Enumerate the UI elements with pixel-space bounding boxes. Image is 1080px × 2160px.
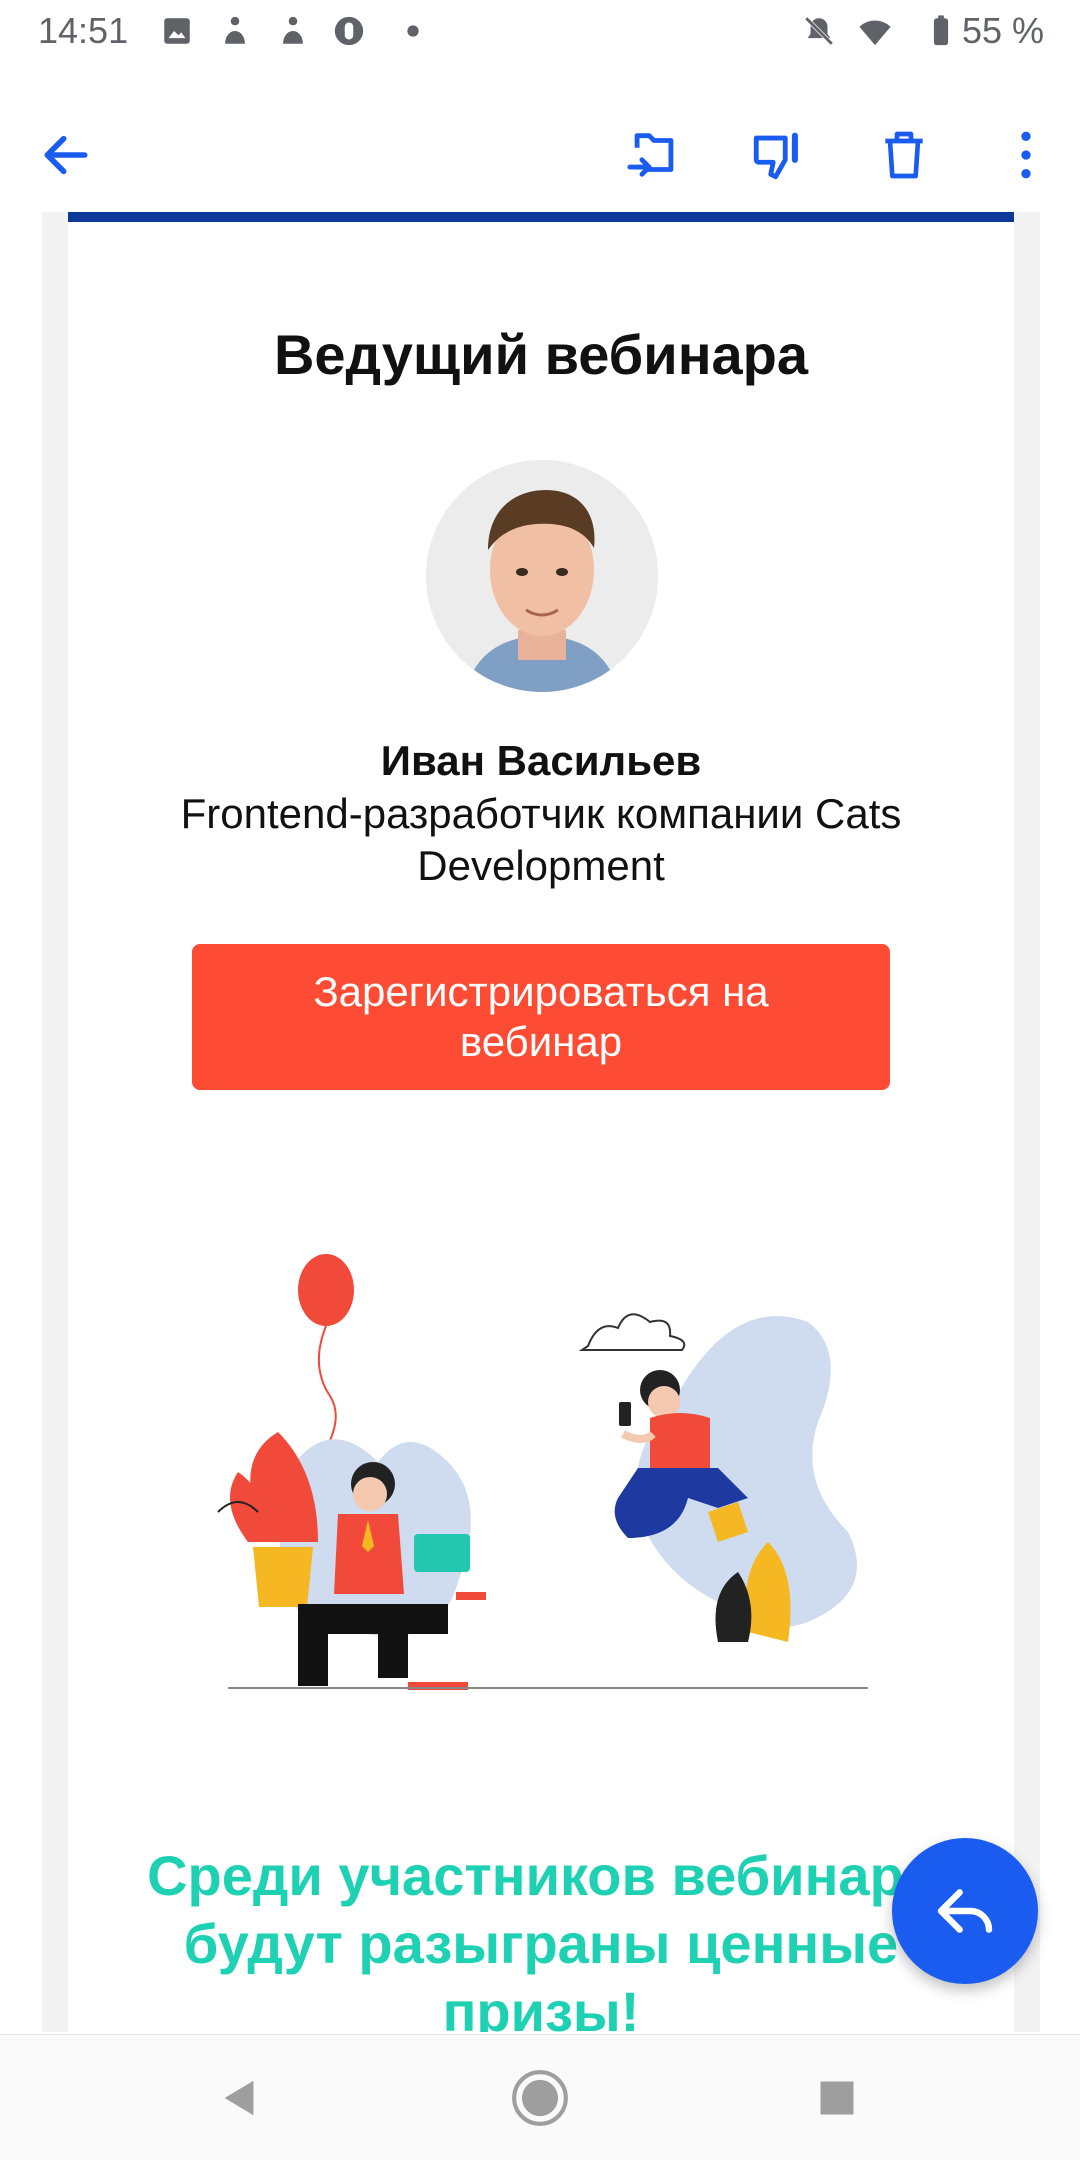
email-toolbar: [0, 95, 1080, 215]
prizes-announcement: Среди участников вебинара будут разыгран…: [147, 1844, 935, 2032]
thumb-down-icon: [753, 132, 798, 180]
email-body: Ведущий вебинара Иван Васильев Frontend-…: [68, 212, 1014, 2032]
app-notification-icon: [225, 16, 245, 44]
status-bar: 14:51 55 %: [0, 0, 1080, 66]
host-role: Frontend-разработчик компании Cats Devel…: [180, 790, 902, 889]
header-divider: [68, 212, 1014, 222]
nav-recents-button[interactable]: [802, 2063, 872, 2133]
nav-back-button[interactable]: [205, 2063, 275, 2133]
more-options-button[interactable]: [986, 115, 1066, 195]
back-button[interactable]: [26, 115, 106, 195]
host-name: Иван Васильев: [380, 737, 702, 784]
dot-icon: [407, 25, 419, 37]
trash-icon: [885, 131, 923, 179]
move-to-folder-button[interactable]: [614, 115, 694, 195]
nav-home-button[interactable]: [505, 2063, 575, 2133]
move-to-folder-icon: [627, 133, 674, 177]
app-notification-icon: [283, 16, 303, 44]
reply-fab[interactable]: [892, 1838, 1038, 1984]
wifi-icon: [859, 20, 891, 46]
app-notification-icon: [334, 16, 364, 46]
mute-icon: [804, 16, 834, 46]
delete-button[interactable]: [864, 115, 944, 195]
register-webinar-button[interactable]: Зарегистрироваться на вебинар: [192, 944, 890, 1090]
battery-icon: [933, 15, 949, 46]
reply-icon: [937, 1889, 993, 1933]
system-navigation-bar: [0, 2034, 1080, 2160]
battery-percentage: 55 %: [961, 10, 1044, 51]
recents-square-icon: [820, 2081, 854, 2115]
host-avatar: [426, 460, 658, 692]
spam-button[interactable]: [738, 115, 818, 195]
more-vertical-icon: [1021, 131, 1031, 179]
home-circle-icon: [512, 2070, 568, 2126]
section-title: Ведущий вебинара: [273, 323, 809, 386]
arrow-left-icon: [44, 135, 88, 175]
back-triangle-icon: [224, 2080, 254, 2116]
webinar-illustration: [217, 1254, 868, 1690]
image-icon: [164, 18, 190, 44]
status-time: 14:51: [38, 10, 129, 51]
